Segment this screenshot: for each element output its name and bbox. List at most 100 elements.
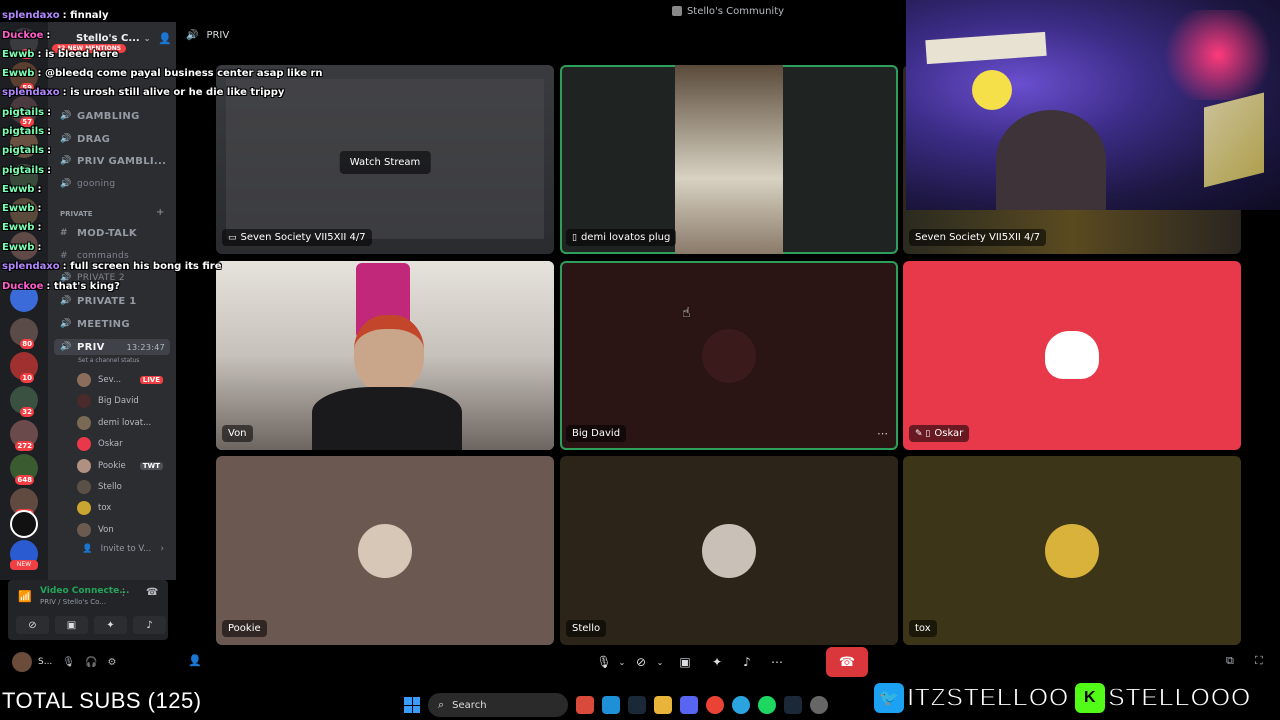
hang-up-icon: ☎ — [838, 654, 856, 670]
video-tile[interactable]: Von — [216, 261, 554, 450]
chat-message: splendaxo: finnaly — [2, 10, 109, 21]
video-tile[interactable]: Watch Stream ▭ Seven Society VII5XII 4/7 — [216, 65, 554, 254]
more-icon[interactable]: ⋯ — [877, 427, 888, 440]
disconnect-icon[interactable]: ☎ — [146, 587, 158, 598]
server-icon-8[interactable] — [10, 284, 38, 312]
voice-location[interactable]: PRIV / Stello's Co... — [40, 598, 106, 606]
voice-member[interactable]: Stello — [77, 479, 167, 495]
server-icon-9[interactable]: 80 — [10, 318, 38, 349]
folder-icon[interactable] — [654, 696, 672, 714]
participant-name: Stello — [572, 623, 601, 634]
activities-icon[interactable]: ✦ — [702, 648, 732, 676]
soundboard-icon[interactable]: ♪ — [732, 648, 762, 676]
voice-member[interactable]: demi lovat... — [77, 415, 167, 431]
steam-icon[interactable] — [628, 696, 646, 714]
headphones-icon[interactable]: 🎧 — [85, 657, 97, 668]
taskbar-app-icon[interactable] — [576, 696, 594, 714]
mic-icon[interactable]: 🎙 — [62, 657, 75, 668]
video-tile[interactable]: Pookie — [216, 456, 554, 645]
video-tile[interactable]: Stello — [560, 456, 898, 645]
popout-icon[interactable]: ⧉ — [1226, 654, 1234, 668]
server-icon-3[interactable]: 57 — [10, 96, 38, 127]
channel-gooning[interactable]: 🔊 gooning — [60, 176, 115, 192]
voice-member[interactable]: Von — [77, 522, 167, 538]
video-tile[interactable]: ✎ ▯ Oskar — [903, 261, 1241, 450]
server-icon-4[interactable] — [10, 130, 38, 158]
server-icon-6[interactable] — [10, 198, 38, 226]
server-icon-13[interactable]: 648 — [10, 454, 38, 485]
call-channel-name: PRIV — [206, 30, 230, 41]
add-member-icon[interactable]: 👤 — [158, 32, 172, 45]
participant-name: demi lovatos plug — [580, 232, 671, 243]
more-icon[interactable]: ⋯ — [762, 648, 792, 676]
voice-status[interactable]: Video Connecte... — [40, 586, 129, 596]
avatar — [77, 394, 91, 408]
screen-share-button[interactable]: ▣ — [55, 616, 88, 634]
chevron-down-icon[interactable]: ⌄ — [652, 648, 668, 676]
voice-member[interactable]: Big David — [77, 393, 167, 409]
activities-button[interactable]: ✦ — [94, 616, 127, 634]
voice-member[interactable]: Oskar — [77, 436, 167, 452]
noise-suppression-icon[interactable]: ⫶ — [122, 588, 125, 599]
soundboard-button[interactable]: ♪ — [133, 616, 166, 634]
fullscreen-icon[interactable]: ⛶ — [1255, 654, 1263, 668]
server-icon-1[interactable]: 63 — [10, 28, 38, 59]
server-icon-5[interactable] — [10, 164, 38, 192]
username[interactable]: S... — [38, 657, 52, 667]
add-channel-icon[interactable]: + — [156, 207, 164, 218]
channel-commands[interactable]: # commands — [60, 248, 129, 264]
voice-member[interactable]: Sev... LIVE — [77, 372, 167, 388]
invite-to-voice[interactable]: 👤 Invite to V... › — [82, 544, 168, 554]
participant-name: Seven Society VII5XII 4/7 — [915, 232, 1041, 243]
camera-off-icon[interactable]: ⊘ — [630, 648, 652, 676]
video-tile[interactable]: tox — [903, 456, 1241, 645]
camera-feed — [675, 65, 783, 254]
end-call-button[interactable]: ☎ — [826, 647, 868, 677]
telegram-icon[interactable] — [732, 696, 750, 714]
server-icon-11[interactable]: 32 — [10, 386, 38, 417]
tile-name-label: ✎ ▯ Oskar — [909, 425, 970, 442]
category-private[interactable]: PRIVATE — [60, 210, 93, 218]
channel-priv-gambling[interactable]: 🔊 PRIV GAMBLI... — [60, 153, 166, 169]
mic-icon[interactable]: 🎙 — [594, 648, 614, 676]
channel-private-1[interactable]: 🔊 PRIVATE 1 — [60, 293, 137, 309]
channel-private-2[interactable]: 🔊 PRIVATE 2 — [60, 270, 125, 286]
signal-icon[interactable]: 📶 — [18, 590, 32, 603]
channel-priv-active[interactable]: 🔊 PRIV 13:23:47 — [54, 339, 170, 355]
monitor — [1204, 92, 1264, 188]
channel-gambling[interactable]: 🔊 GAMBLING — [60, 108, 140, 124]
settings-icon[interactable] — [810, 696, 828, 714]
steam-icon-2[interactable] — [784, 696, 802, 714]
server-icon-12[interactable]: 272 — [10, 420, 38, 451]
video-tile[interactable]: Big David ⋯ — [560, 261, 898, 450]
voice-member[interactable]: Pookie TWT — [77, 458, 167, 474]
set-channel-status[interactable]: Set a channel status — [78, 357, 139, 364]
camera-off-button[interactable]: ⊘ — [16, 616, 49, 634]
watch-stream-button[interactable]: Watch Stream — [339, 151, 431, 174]
server-icon-2[interactable]: 59 — [10, 62, 38, 93]
avatar[interactable] — [12, 652, 32, 672]
gear-icon[interactable]: ⚙ — [107, 657, 116, 668]
chevron-down-icon[interactable]: ⌄ — [614, 648, 630, 676]
channel-drag[interactable]: 🔊 DRAG — [60, 131, 110, 147]
windows-start-icon[interactable] — [404, 697, 420, 713]
discord-icon[interactable] — [680, 696, 698, 714]
server-icon-15[interactable] — [10, 510, 38, 538]
channel-meeting[interactable]: 🔊 MEETING — [60, 316, 130, 332]
chrome-icon[interactable] — [706, 696, 724, 714]
screen-share-icon[interactable]: ▣ — [668, 648, 702, 676]
channel-mod-talk[interactable]: # MOD-TALK — [60, 225, 137, 241]
new-mentions-badge[interactable]: 32 NEW MENTIONS — [52, 44, 127, 53]
invite-icon[interactable]: 👤 — [188, 654, 202, 667]
video-tile[interactable]: ▯ demi lovatos plug — [560, 65, 898, 254]
taskbar-search[interactable]: ⌕ Search — [428, 693, 568, 717]
window-title: Stello's Community — [686, 5, 785, 17]
server-icon-7[interactable] — [10, 232, 38, 260]
avatar — [77, 437, 91, 451]
edge-icon[interactable] — [602, 696, 620, 714]
voice-member[interactable]: tox — [77, 500, 167, 516]
server-icon-10[interactable]: 10 — [10, 352, 38, 383]
spotify-icon[interactable] — [758, 696, 776, 714]
taskbar: ⌕ Search — [404, 692, 828, 718]
kick-handle: K STELLOOO — [1074, 681, 1252, 713]
